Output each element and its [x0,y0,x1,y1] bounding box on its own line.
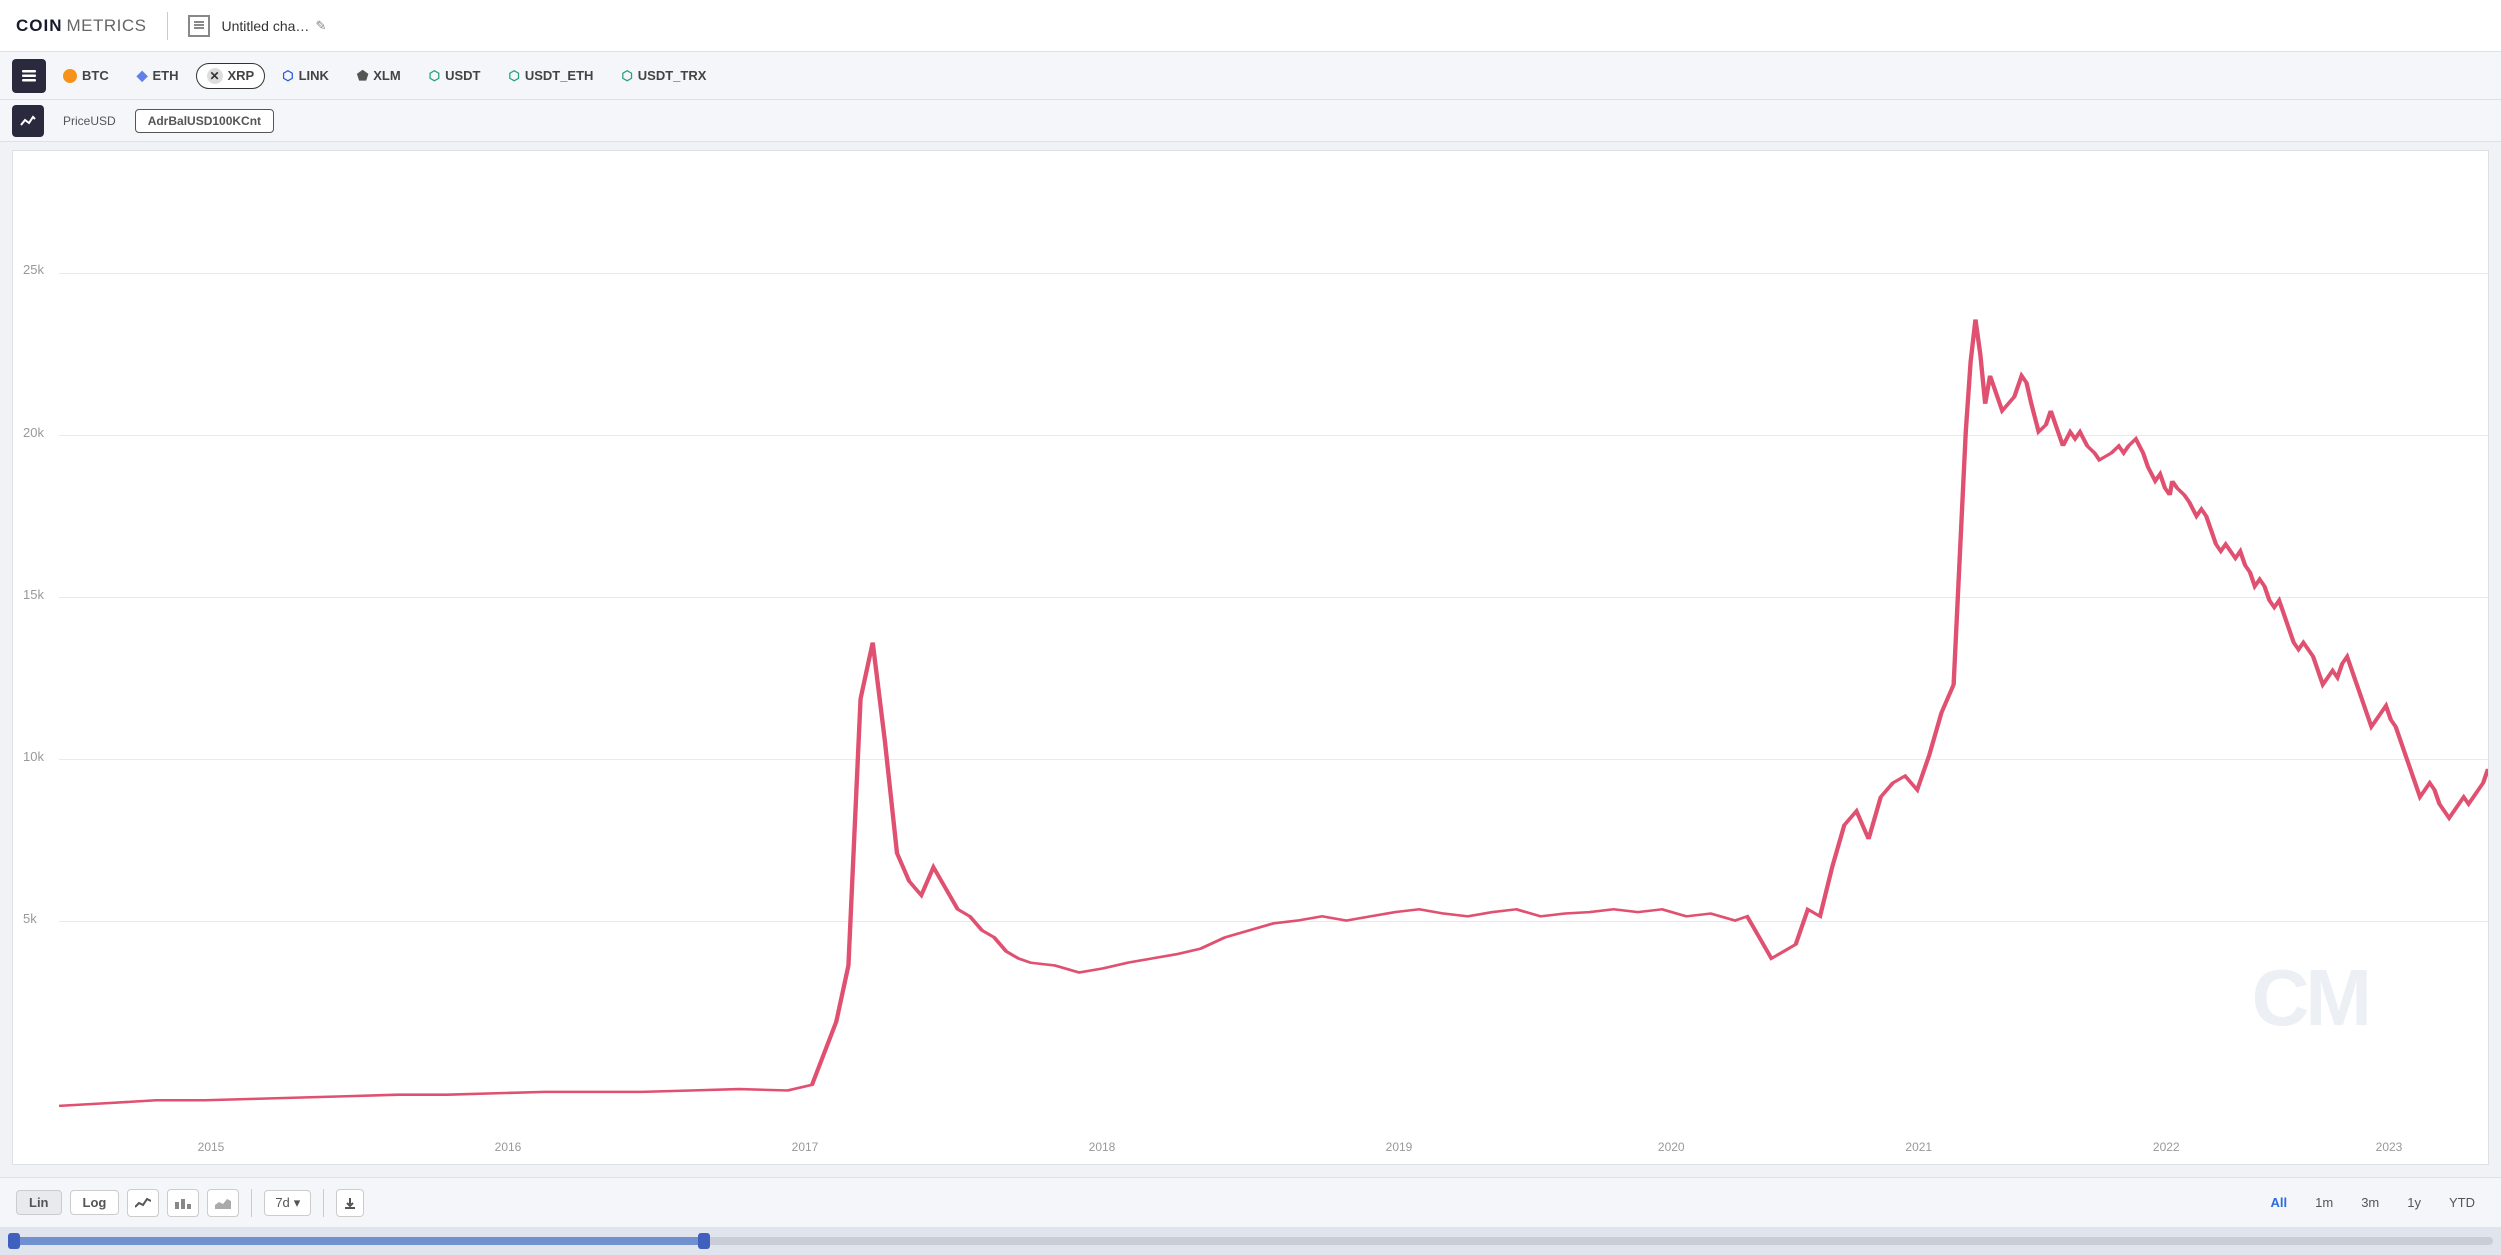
layers-svg [20,67,38,85]
usdt-eth-label: USDT_ETH [525,68,594,83]
metric-tab-adrbalusd[interactable]: AdrBalUSD100KCnt [135,109,274,133]
logo-metrics-text: METRICS [67,16,147,36]
area-chart-icon [215,1197,231,1209]
coin-tab-link[interactable]: ⬡ LINK [271,63,340,89]
btc-label: BTC [82,68,109,83]
x-label-2022: 2022 [2153,1140,2180,1154]
download-button[interactable] [336,1189,364,1217]
controls-divider2 [323,1189,324,1217]
x-label-2023: 2023 [2376,1140,2403,1154]
usdt-label: USDT [445,68,480,83]
coin-toolbar: BTC ◆ ETH ✕ XRP ⬡ LINK ⬟ XLM ⬡ USDT ⬡ US… [0,52,2501,100]
scale-log-button[interactable]: Log [70,1190,120,1215]
x-label-2018: 2018 [1089,1140,1116,1154]
layers-icon [193,20,205,32]
eth-label: ETH [153,68,179,83]
bar-chart-icon [175,1197,191,1209]
line-chart-vis-icon [135,1197,151,1209]
chart-line-xrp [59,320,2488,1106]
bottom-controls: Lin Log 7d ▾ All 1m 3m 1y YTD [0,1177,2501,1227]
slider-handle-left[interactable] [8,1233,20,1249]
y-label-25k: 25k [23,262,44,277]
xlm-label: XLM [373,68,400,83]
eth-icon: ◆ [137,67,148,84]
range-all-button[interactable]: All [2261,1191,2298,1214]
x-label-2020: 2020 [1658,1140,1685,1154]
x-label-2015: 2015 [198,1140,225,1154]
scale-lin-button[interactable]: Lin [16,1190,62,1215]
download-icon [344,1197,356,1209]
chart-svg [59,151,2488,1134]
edit-icon[interactable]: ✎ [315,18,326,34]
header: COINMETRICS Untitled cha… ✎ [0,0,2501,52]
header-divider [167,12,168,40]
bar-vis-button[interactable] [167,1189,199,1217]
coin-tab-xlm[interactable]: ⬟ XLM [346,63,412,89]
x-label-2016: 2016 [495,1140,522,1154]
slider-fill [8,1237,704,1245]
link-icon: ⬡ [282,68,293,84]
metric-toolbar: PriceUSD AdrBalUSD100KCnt [0,100,2501,142]
logo-coin-text: COIN [16,16,63,36]
interval-value: 7d [275,1195,289,1210]
layers-button[interactable] [12,59,46,93]
chart-title: Untitled cha… [222,18,310,34]
x-label-2017: 2017 [792,1140,819,1154]
range-1m-button[interactable]: 1m [2305,1191,2343,1214]
metric-tab-priceusd[interactable]: PriceUSD [50,109,129,133]
controls-divider [251,1189,252,1217]
y-label-5k: 5k [23,911,37,926]
range-3m-button[interactable]: 3m [2351,1191,2389,1214]
range-ytd-button[interactable]: YTD [2439,1191,2485,1214]
y-label-20k: 20k [23,425,44,440]
coin-tab-usdt[interactable]: ⬡ USDT [418,63,492,89]
y-label-15k: 15k [23,587,44,602]
link-label: LINK [299,68,329,83]
line-vis-button[interactable] [127,1189,159,1217]
usdt-trx-icon: ⬡ [621,68,632,84]
coin-tab-xrp[interactable]: ✕ XRP [196,63,266,89]
usdt-eth-icon: ⬡ [508,68,519,84]
usdt-trx-label: USDT_TRX [638,68,707,83]
coin-tab-usdt-eth[interactable]: ⬡ USDT_ETH [497,63,604,89]
area-vis-button[interactable] [207,1189,239,1217]
x-label-2019: 2019 [1386,1140,1413,1154]
xrp-label: XRP [228,68,255,83]
btc-dot [63,69,77,83]
x-label-2021: 2021 [1905,1140,1932,1154]
chart-icon [188,15,210,37]
line-chart-icon [20,113,36,129]
xrp-icon: ✕ [207,68,223,84]
interval-chevron: ▾ [294,1195,301,1211]
chart-tab[interactable]: Untitled cha… ✎ [222,18,327,34]
coin-tab-usdt-trx[interactable]: ⬡ USDT_TRX [610,63,717,89]
range-slider[interactable] [0,1227,2501,1255]
slider-handle-right[interactable] [698,1233,710,1249]
interval-selector[interactable]: 7d ▾ [264,1190,311,1216]
chart-type-button[interactable] [12,105,44,137]
usdt-icon: ⬡ [429,68,440,84]
slider-track [8,1237,2493,1245]
range-1y-button[interactable]: 1y [2397,1191,2431,1214]
logo: COINMETRICS [16,16,147,36]
coin-tab-eth[interactable]: ◆ ETH [126,62,190,89]
y-label-10k: 10k [23,749,44,764]
xlm-icon: ⬟ [357,68,368,84]
chart-area: 25k 20k 15k 10k 5k 2015 2016 2017 2018 2… [12,150,2489,1165]
coin-tab-btc[interactable]: BTC [52,63,120,88]
